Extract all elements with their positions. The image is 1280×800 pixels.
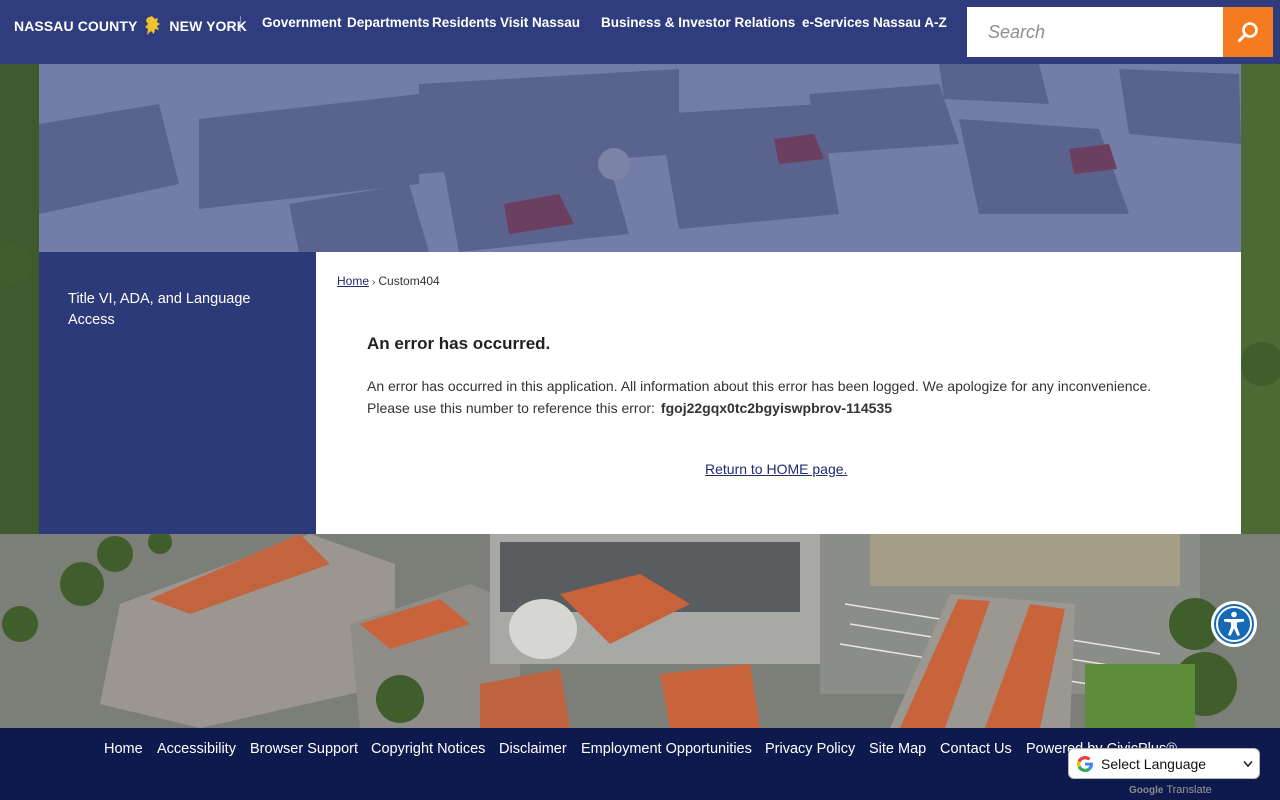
language-select-label: Select Language	[1101, 755, 1207, 772]
footer-link-site-map[interactable]: Site Map	[869, 741, 926, 757]
main-content: Home › Custom404 An error has occurred. An…	[316, 252, 1241, 534]
hero-banner-image	[39, 64, 1241, 252]
google-g-icon	[1077, 755, 1093, 772]
search-input[interactable]	[967, 7, 1223, 57]
accessibility-icon	[1214, 604, 1254, 644]
logo-divider	[240, 16, 241, 32]
footer-link-browser-support[interactable]: Browser Support	[250, 741, 358, 757]
nav-government[interactable]: Government	[262, 15, 342, 30]
error-title: An error has occurred.	[367, 334, 551, 353]
language-select[interactable]: Select Language	[1068, 748, 1260, 779]
nav-e-services[interactable]: e-Services	[802, 15, 870, 30]
footer-link-employment-opportunities[interactable]: Employment Opportunities	[581, 741, 752, 757]
footer-link-disclaimer[interactable]: Disclaimer	[499, 741, 567, 757]
error-reference-code: fgoj22gqx0tc2bgyiswpbrov-114535	[660, 400, 893, 416]
error-line-2: Please use this number to reference this…	[367, 397, 1207, 419]
translate-word: Translate	[1166, 784, 1212, 796]
site-logo[interactable]: NASSAU COUNTY NEW YORK	[14, 14, 247, 38]
return-home-link[interactable]: Return to HOME page.	[705, 461, 847, 477]
footer-link-accessibility[interactable]: Accessibility	[157, 741, 236, 757]
site-header: NASSAU COUNTY NEW YORK Government Depart…	[0, 0, 1280, 64]
nav-residents[interactable]: Residents	[432, 15, 497, 30]
google-translate-credit: Google Translate	[1129, 784, 1212, 796]
chevron-down-icon	[1243, 760, 1253, 768]
nav-visit-nassau[interactable]: Visit Nassau	[500, 15, 580, 30]
site-footer: Home Accessibility Browser Support Copyr…	[0, 728, 1280, 800]
error-message: An error has occurred in this applicatio…	[367, 375, 1207, 419]
nav-departments[interactable]: Departments	[347, 15, 430, 30]
logo-text-state: NEW YORK	[169, 18, 247, 34]
breadcrumb-separator: ›	[372, 277, 376, 288]
search-button[interactable]	[1223, 7, 1273, 57]
lion-emblem-icon	[145, 16, 161, 35]
nav-nassau-a-z[interactable]: Nassau A-Z	[873, 15, 947, 30]
footer-link-copyright-notices[interactable]: Copyright Notices	[371, 741, 485, 757]
error-reference-label: Please use this number to reference this…	[367, 400, 655, 416]
breadcrumb-home-link[interactable]: Home	[337, 274, 369, 288]
sidebar: Title VI, ADA, and Language Access	[39, 252, 316, 534]
nav-business-investor-relations[interactable]: Business & Investor Relations	[601, 15, 795, 30]
logo-text-county: NASSAU COUNTY	[14, 18, 138, 34]
google-brand-text: Google	[1129, 785, 1164, 796]
search-icon	[1238, 22, 1258, 42]
sidebar-link-title-vi-ada-language-access[interactable]: Title VI, ADA, and Language Access	[68, 289, 288, 331]
footer-link-contact-us[interactable]: Contact Us	[940, 741, 1012, 757]
error-line-1: An error has occurred in this applicatio…	[367, 378, 1152, 394]
footer-link-privacy-policy[interactable]: Privacy Policy	[765, 741, 855, 757]
breadcrumb-current: Custom404	[378, 274, 440, 288]
breadcrumb: Home › Custom404	[337, 274, 440, 288]
accessibility-widget-button[interactable]	[1211, 601, 1257, 647]
footer-link-home[interactable]: Home	[104, 741, 143, 757]
